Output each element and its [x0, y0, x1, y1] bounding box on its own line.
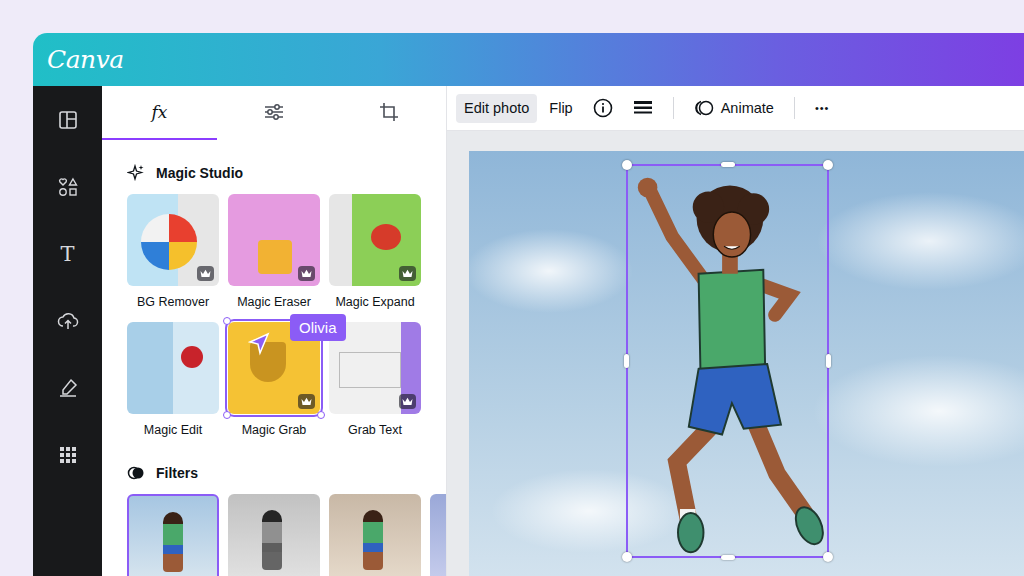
toolbar-label[interactable]: •••: [815, 102, 830, 114]
filters-circles-icon: [127, 464, 145, 482]
sidebar-item[interactable]: [33, 287, 102, 354]
editor-body: Tfx Magic Studio BG Remover Magic Eraser Mag…: [33, 86, 1024, 576]
toolbar-button[interactable]: Edit photo: [456, 94, 537, 123]
sidebar: T: [33, 86, 102, 576]
upload-cloud-icon[interactable]: [57, 311, 79, 331]
magic-tool[interactable]: BG Remover: [127, 194, 219, 310]
draw-pen-icon[interactable]: [58, 378, 78, 398]
edit-panel: fx Magic Studio BG Remover Magic Eraser Magi…: [102, 86, 447, 576]
collaborator-cursor-icon: [248, 332, 270, 356]
resize-handle[interactable]: [622, 160, 632, 170]
animate-icon[interactable]: [694, 98, 714, 118]
toolbar-label[interactable]: Flip: [549, 100, 572, 116]
tool-label[interactable]: Magic Eraser: [237, 294, 311, 310]
tool-label[interactable]: Magic Expand: [335, 294, 414, 310]
figure-preview: [163, 512, 183, 572]
resize-handle[interactable]: [823, 160, 833, 170]
filter-thumbnail[interactable]: [329, 494, 421, 576]
page: Canva Tfx Magic Studio BG Remover Magic Eras…: [0, 0, 1024, 576]
sidebar-item[interactable]: [33, 153, 102, 220]
magic-tool[interactable]: Magic Expand: [329, 194, 421, 310]
filter-thumbnail[interactable]: [127, 494, 219, 576]
toolbar-separator: [673, 97, 674, 119]
resize-handle[interactable]: [721, 555, 735, 560]
tool-thumbnail[interactable]: [127, 322, 219, 414]
premium-crown-icon: [298, 394, 315, 409]
toolbar-button[interactable]: [625, 94, 661, 123]
toolbar-label[interactable]: Animate: [721, 100, 774, 116]
tool-label[interactable]: Magic Edit: [144, 422, 202, 438]
tool-label[interactable]: Magic Grab: [242, 422, 307, 438]
design-icon[interactable]: [58, 110, 78, 130]
toolbar-button[interactable]: Flip: [541, 94, 580, 123]
premium-crown-icon: [399, 266, 416, 281]
premium-crown-icon: [298, 266, 315, 281]
sidebar-item[interactable]: [33, 421, 102, 488]
section-title: Magic Studio: [156, 165, 243, 181]
toolbar-button[interactable]: Animate: [686, 93, 782, 123]
magic-tool[interactable]: Olivia Magic Grab: [228, 322, 320, 438]
filter-thumbnail[interactable]: [430, 494, 447, 576]
panel-tabs: fx: [102, 86, 446, 140]
magic-tool[interactable]: Magic Eraser: [228, 194, 320, 310]
sidebar-item[interactable]: T: [33, 220, 102, 287]
magic-tool[interactable]: Magic Edit: [127, 322, 219, 438]
resize-handle[interactable]: [826, 354, 831, 368]
toolbar-button[interactable]: [585, 93, 621, 123]
toolbar-label[interactable]: Edit photo: [464, 100, 529, 116]
crop-icon[interactable]: [379, 102, 399, 122]
resize-handle[interactable]: [823, 552, 833, 562]
resize-handle[interactable]: [624, 354, 629, 368]
effects-tab-label[interactable]: fx: [151, 102, 167, 122]
figure-preview: [363, 510, 383, 570]
tool-thumbnail[interactable]: [329, 194, 421, 286]
toolbar-button[interactable]: •••: [807, 94, 838, 123]
magic-tools: BG Remover Magic Eraser Magic Expand Magic …: [102, 194, 446, 438]
jumping-woman-illustration[interactable]: [628, 166, 827, 556]
panel-tab[interactable]: [217, 86, 332, 140]
selection-handle[interactable]: [223, 317, 231, 325]
collaborator-name-tag: Olivia: [290, 314, 346, 341]
sidebar-item[interactable]: [33, 354, 102, 421]
tool-thumbnail[interactable]: [228, 194, 320, 286]
tool-label[interactable]: Grab Text: [348, 422, 402, 438]
sky-photo[interactable]: [469, 151, 1024, 576]
toolbar-separator: [794, 97, 795, 119]
panel-tab[interactable]: [331, 86, 446, 140]
info-icon[interactable]: [593, 98, 613, 118]
tool-label[interactable]: BG Remover: [137, 294, 209, 310]
adjust-sliders-icon[interactable]: [264, 103, 284, 121]
tool-thumbnail[interactable]: Olivia: [228, 322, 320, 414]
figure-preview: [262, 510, 282, 570]
sparkle-icon: [127, 164, 145, 182]
filter-list: [102, 494, 446, 576]
apps-grid-icon[interactable]: [59, 446, 77, 464]
magic-studio-header: Magic Studio: [102, 164, 446, 182]
resize-handle[interactable]: [622, 552, 632, 562]
panel-tab[interactable]: fx: [102, 86, 217, 140]
filters-header: Filters: [102, 464, 446, 482]
editor-window: Canva Tfx Magic Studio BG Remover Magic Eras…: [33, 33, 1024, 576]
workspace: Edit photo Flip Animate •••: [447, 86, 1024, 576]
section-title: Filters: [156, 465, 198, 481]
canvas-area: [447, 131, 1024, 576]
resize-handle[interactable]: [721, 162, 735, 167]
premium-crown-icon: [399, 394, 416, 409]
transparency-lines-icon[interactable]: [633, 100, 653, 116]
selection-handle[interactable]: [223, 411, 231, 419]
jumping-figure[interactable]: [626, 164, 829, 558]
premium-crown-icon: [197, 266, 214, 281]
tool-thumbnail[interactable]: [127, 194, 219, 286]
text-tool-icon[interactable]: T: [60, 242, 74, 266]
filter-thumbnail[interactable]: [228, 494, 320, 576]
header-bar: Canva: [33, 33, 1024, 86]
canva-logo[interactable]: Canva: [47, 45, 124, 74]
selection-handle[interactable]: [317, 411, 325, 419]
toolbar: Edit photo Flip Animate •••: [447, 86, 1024, 131]
sidebar-item[interactable]: [33, 86, 102, 153]
elements-icon[interactable]: [58, 177, 78, 197]
